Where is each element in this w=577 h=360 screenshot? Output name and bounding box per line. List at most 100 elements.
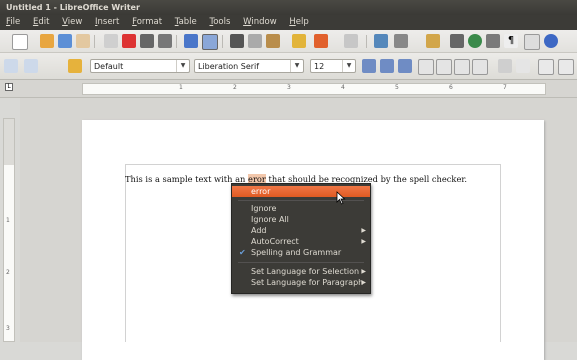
paragraph-style-combo[interactable]: Default ▼: [90, 59, 190, 73]
ruler-mark: 7: [503, 84, 507, 91]
ruler-mark: 2: [233, 84, 237, 91]
menu-insert[interactable]: Insert: [95, 15, 119, 30]
rtl-icon[interactable]: [516, 59, 530, 73]
vruler-mark: 3: [6, 325, 10, 332]
vruler-mark: 2: [6, 269, 10, 276]
menu-autocorrect[interactable]: AutoCorrect ▶: [232, 236, 370, 247]
menu-set-language-paragraph[interactable]: Set Language for Paragraph ▶: [232, 277, 370, 288]
show-draw-functions-icon[interactable]: [426, 34, 440, 48]
ruler-mark: 4: [341, 84, 345, 91]
vertical-ruler-margin: [4, 119, 14, 165]
ruler-mark: 3: [287, 84, 291, 91]
menu-ignore-all[interactable]: Ignore All: [232, 214, 370, 225]
spellcheck-context-menu: error Ignore Ignore All Add ▶ AutoCorrect…: [231, 183, 371, 294]
navigator-icon[interactable]: [468, 34, 482, 48]
menu-set-lang-paragraph-label: Set Language for Paragraph: [251, 278, 364, 287]
align-center-icon[interactable]: [436, 59, 452, 75]
gallery-icon[interactable]: [486, 34, 500, 48]
font-name-combo[interactable]: Liberation Serif ▼: [194, 59, 304, 73]
spellcheck-icon: ✔: [239, 248, 246, 257]
save-icon[interactable]: [58, 34, 72, 48]
bullets-icon[interactable]: [558, 59, 574, 75]
underline-icon[interactable]: [398, 59, 412, 73]
horizontal-ruler[interactable]: 1 2 3 4 5 6 7: [82, 83, 546, 95]
justify-icon[interactable]: [472, 59, 488, 75]
italic-icon[interactable]: [380, 59, 394, 73]
menu-ignore-label: Ignore: [251, 204, 277, 213]
cut-icon[interactable]: [230, 34, 244, 48]
menu-add[interactable]: Add ▶: [232, 225, 370, 236]
ruler-row: L 1 2 3 4 5 6 7: [0, 80, 577, 98]
table-icon[interactable]: [394, 34, 408, 48]
toolbar-separator: [176, 35, 177, 48]
menu-window[interactable]: Window: [243, 15, 277, 30]
chevron-down-icon: ▼: [290, 60, 303, 72]
back-arrow-icon[interactable]: [4, 59, 18, 73]
formatting-marks-icon[interactable]: ¶: [504, 34, 518, 48]
copy-icon[interactable]: [248, 34, 262, 48]
ruler-mark: 1: [179, 84, 183, 91]
bold-icon[interactable]: [362, 59, 376, 73]
numbering-icon[interactable]: [538, 59, 554, 75]
forward-arrow-icon[interactable]: [24, 59, 38, 73]
toolbar-separator: [366, 35, 367, 48]
suggestion-error[interactable]: error: [232, 186, 370, 197]
menu-help[interactable]: Help: [289, 15, 308, 30]
align-left-icon[interactable]: [418, 59, 434, 75]
menu-table[interactable]: Table: [175, 15, 197, 30]
submenu-arrow-icon: ▶: [361, 227, 366, 234]
paragraph-style-value: Default: [94, 62, 124, 71]
toolbar-separator: [94, 35, 95, 48]
ltr-icon[interactable]: [498, 59, 512, 73]
menu-ignore[interactable]: Ignore: [232, 203, 370, 214]
menu-set-language-selection[interactable]: Set Language for Selection ▶: [232, 266, 370, 277]
chevron-down-icon: ▼: [342, 60, 355, 72]
open-folder-icon[interactable]: [40, 34, 54, 48]
suggestion-label: error: [251, 187, 271, 196]
zoom-icon[interactable]: [524, 34, 540, 50]
menu-spelling-grammar[interactable]: ✔ Spelling and Grammar: [232, 247, 370, 258]
autospellcheck-icon[interactable]: [202, 34, 218, 50]
font-size-combo[interactable]: 12 ▼: [310, 59, 356, 73]
title-bar: Untitled 1 - LibreOffice Writer: [0, 0, 577, 15]
export-pdf-icon[interactable]: [104, 34, 118, 48]
menu-set-lang-selection-label: Set Language for Selection: [251, 267, 360, 276]
vertical-ruler[interactable]: 1 2 3: [3, 118, 15, 342]
print-icon[interactable]: [140, 34, 154, 48]
submenu-arrow-icon: ▶: [361, 279, 366, 286]
print-preview-icon[interactable]: [158, 34, 172, 48]
text-before: This is a sample text with an: [125, 174, 249, 184]
menu-format[interactable]: Format: [132, 15, 162, 30]
styles-formatting-icon[interactable]: [68, 59, 82, 73]
menu-bar: File Edit View Insert Format Table Tools…: [0, 15, 577, 30]
find-replace-icon[interactable]: [450, 34, 464, 48]
ruler-mark: 5: [395, 84, 399, 91]
formatting-toolbar: Default ▼ Liberation Serif ▼ 12 ▼: [0, 53, 577, 80]
menu-spelling-label: Spelling and Grammar: [251, 248, 342, 257]
undo-icon[interactable]: [314, 34, 328, 48]
paste-icon[interactable]: [266, 34, 280, 48]
mouse-pointer-icon: [336, 191, 346, 205]
font-name-value: Liberation Serif: [198, 62, 260, 71]
new-document-icon[interactable]: [12, 34, 28, 50]
tab-type-icon[interactable]: L: [5, 83, 13, 91]
text-boundary: [125, 164, 501, 165]
hyperlink-icon[interactable]: [374, 34, 388, 48]
ruler-mark: 6: [449, 84, 453, 91]
toolbar-separator: [222, 35, 223, 48]
help-icon[interactable]: [544, 34, 558, 48]
chevron-down-icon: ▼: [176, 60, 189, 72]
edit-file-icon[interactable]: [76, 34, 90, 48]
pdf-icon[interactable]: [122, 34, 136, 48]
align-right-icon[interactable]: [454, 59, 470, 75]
clone-formatting-icon[interactable]: [292, 34, 306, 48]
vruler-mark: 1: [6, 217, 10, 224]
spellcheck-icon[interactable]: [184, 34, 198, 48]
menu-file[interactable]: File: [6, 15, 20, 30]
menu-view[interactable]: View: [62, 15, 82, 30]
standard-toolbar: ¶: [0, 30, 577, 53]
font-size-value: 12: [314, 62, 325, 71]
redo-icon[interactable]: [344, 34, 358, 48]
menu-edit[interactable]: Edit: [33, 15, 49, 30]
menu-tools[interactable]: Tools: [209, 15, 230, 30]
